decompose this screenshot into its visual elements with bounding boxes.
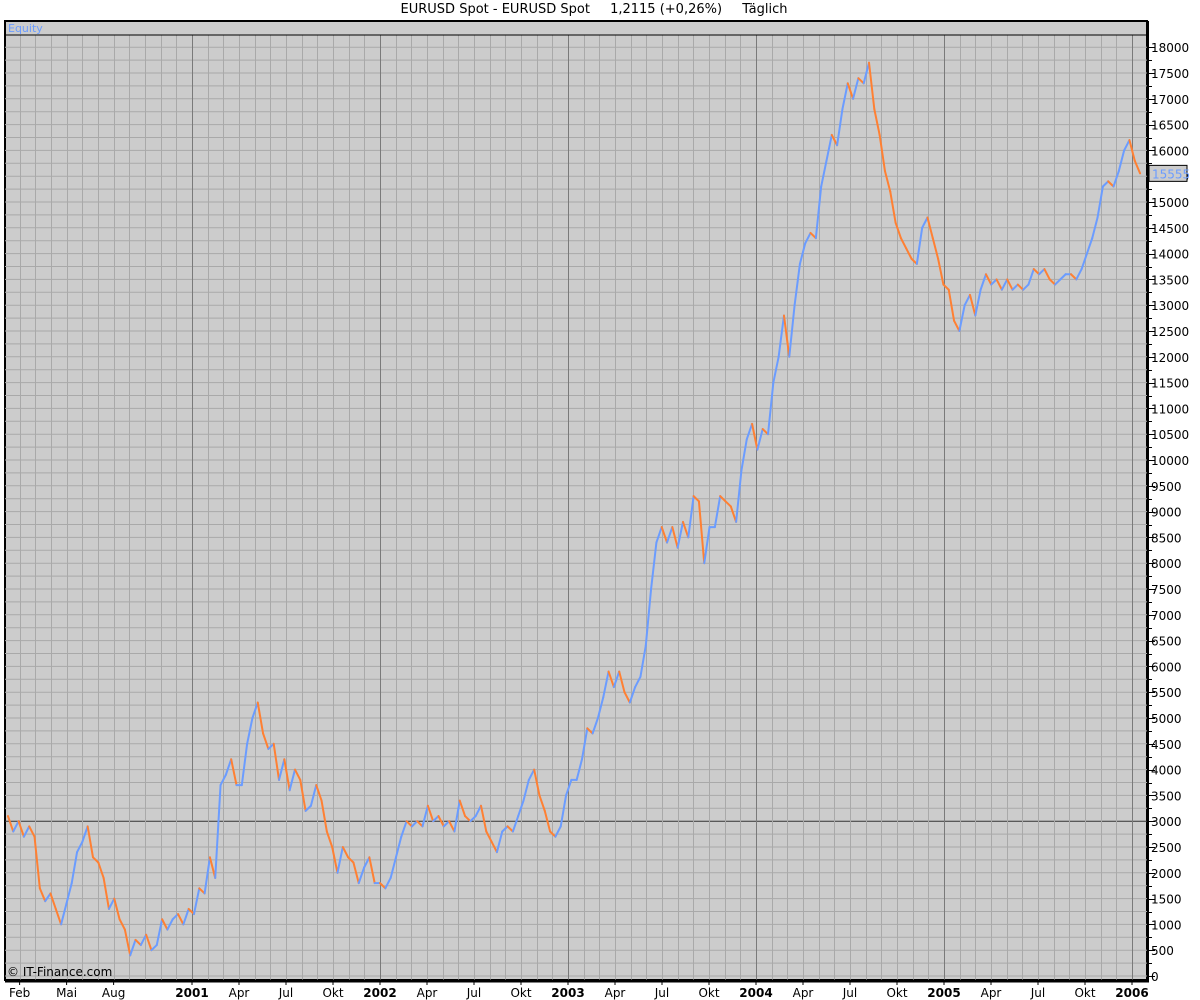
y-tick-label: 18000 xyxy=(1151,41,1189,55)
y-tick-label: 7000 xyxy=(1151,609,1182,623)
y-tick-label: 15000 xyxy=(1151,196,1189,210)
y-tick-label: 5500 xyxy=(1151,686,1182,700)
x-tick-label: Okt xyxy=(886,986,907,1000)
y-tick-label: 16500 xyxy=(1151,119,1189,133)
x-tick-label: 2003 xyxy=(551,986,584,1000)
y-tick-label: 7500 xyxy=(1151,583,1182,597)
y-tick-label: 6000 xyxy=(1151,660,1182,674)
x-tick-label: Feb xyxy=(9,986,30,1000)
y-tick-label: 17000 xyxy=(1151,93,1189,107)
x-tick-label: 2002 xyxy=(363,986,396,1000)
x-tick-label: Apr xyxy=(417,986,438,1000)
x-tick-label: Apr xyxy=(229,986,250,1000)
y-tick-label: 4000 xyxy=(1151,764,1182,778)
x-tick-label: Apr xyxy=(793,986,814,1000)
y-tick-label: 5000 xyxy=(1151,712,1182,726)
equity-chart: Equity 0 500 1000 1500 2000 2500 3000 3500 4000 45… xyxy=(4,20,1190,1000)
x-tick-label: Jul xyxy=(1030,986,1045,1000)
y-tick-label: 6500 xyxy=(1151,635,1182,649)
y-tick-label: 13500 xyxy=(1151,273,1189,287)
x-tick-label: Okt xyxy=(698,986,719,1000)
y-tick-label: 10500 xyxy=(1151,428,1189,442)
x-tick-label: Jul xyxy=(278,986,293,1000)
y-tick-label: 11500 xyxy=(1151,377,1189,391)
x-tick-label: Jul xyxy=(466,986,481,1000)
x-tick-label: 2005 xyxy=(927,986,960,1000)
x-tick-label: Okt xyxy=(322,986,343,1000)
y-tick-label: 2500 xyxy=(1151,841,1182,855)
panel-label: Equity xyxy=(8,22,43,35)
y-tick-label: 3000 xyxy=(1151,815,1182,829)
x-tick-label: Apr xyxy=(981,986,1002,1000)
watermark: © IT-Finance.com xyxy=(7,965,112,979)
x-tick-label: 2001 xyxy=(175,986,208,1000)
y-tick-label: 8500 xyxy=(1151,531,1182,545)
y-tick-label: 500 xyxy=(1151,944,1174,958)
y-tick-label: 17500 xyxy=(1151,67,1189,81)
x-tick-label: Apr xyxy=(605,986,626,1000)
y-tick-label: 10000 xyxy=(1151,454,1189,468)
last-value-label: 15555 xyxy=(1152,167,1190,181)
y-tick-label: 4500 xyxy=(1151,738,1182,752)
y-tick-label: 1500 xyxy=(1151,893,1182,907)
y-tick-label: 1000 xyxy=(1151,918,1182,932)
x-tick-label: 2006 xyxy=(1115,986,1148,1000)
y-tick-label: 3500 xyxy=(1151,789,1182,803)
x-tick-label: Aug xyxy=(102,986,125,1000)
y-tick-label: 9500 xyxy=(1151,480,1182,494)
y-tick-label: 14500 xyxy=(1151,222,1189,236)
y-tick-label: 12500 xyxy=(1151,325,1189,339)
y-tick-label: 11000 xyxy=(1151,402,1189,416)
x-tick-label: Mai xyxy=(56,986,77,1000)
y-tick-label: 13000 xyxy=(1151,299,1189,313)
x-tick-label: Jul xyxy=(654,986,669,1000)
y-tick-label: 14000 xyxy=(1151,248,1189,262)
y-tick-label: 16000 xyxy=(1151,144,1189,158)
y-tick-label: 8000 xyxy=(1151,557,1182,571)
x-tick-label: 2004 xyxy=(739,986,772,1000)
y-tick-label: 12000 xyxy=(1151,351,1189,365)
x-tick-label: Okt xyxy=(1074,986,1095,1000)
y-tick-label: 2000 xyxy=(1151,867,1182,881)
y-tick-label: 9000 xyxy=(1151,506,1182,520)
x-tick-label: Jul xyxy=(842,986,857,1000)
y-tick-label: 0 xyxy=(1151,970,1159,984)
x-tick-label: Okt xyxy=(510,986,531,1000)
